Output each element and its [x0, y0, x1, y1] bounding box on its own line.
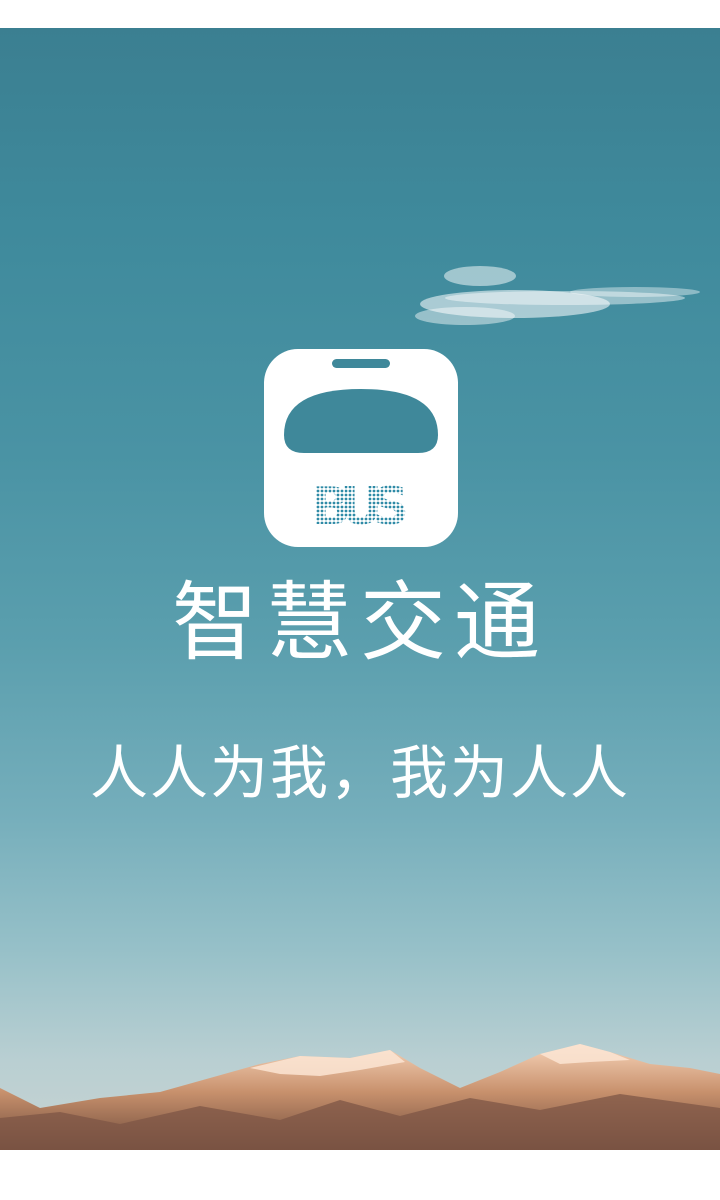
bottom-bar	[0, 1150, 720, 1200]
splash-screen: BUS 智慧交通 人人为我，我为人人	[0, 0, 720, 1200]
app-title: 智慧交通	[172, 573, 548, 673]
bus-icon: BUS	[264, 349, 458, 547]
slogan: 人人为我，我为人人	[89, 739, 630, 807]
mountain-range-decoration	[0, 1044, 720, 1150]
cloud-decoration	[415, 266, 700, 325]
status-bar	[0, 0, 720, 28]
splash-background: BUS 智慧交通 人人为我，我为人人	[0, 28, 720, 1150]
